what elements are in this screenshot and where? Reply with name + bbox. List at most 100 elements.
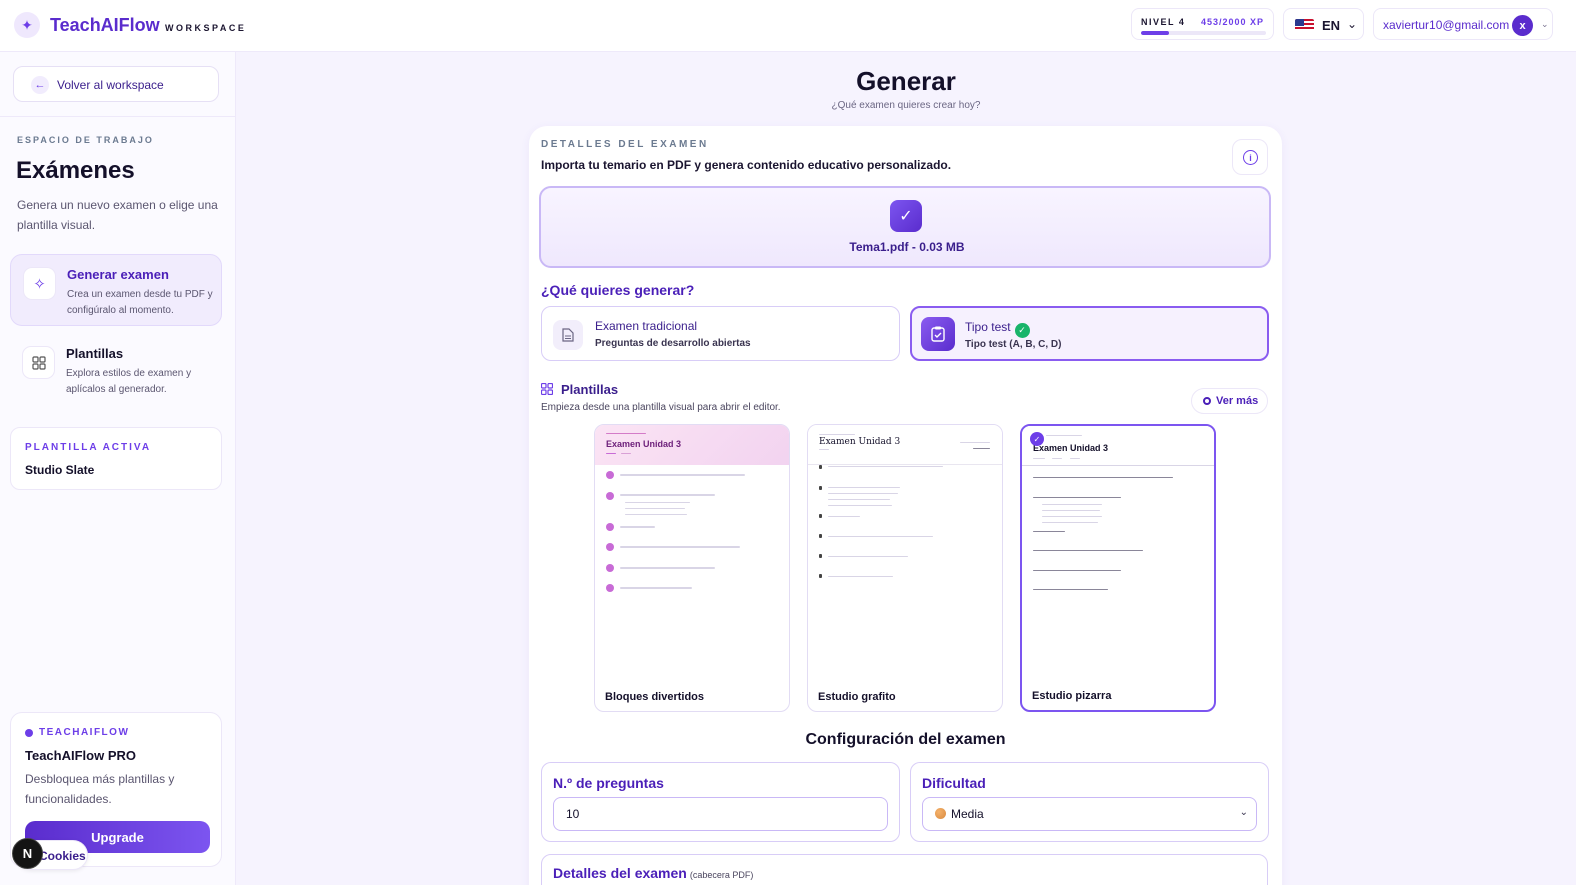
preview-line [828,505,892,506]
see-more-button[interactable]: Ver más [1191,388,1268,414]
language-selector[interactable]: EN ⌄ [1283,8,1364,40]
check-icon: ✓ [890,200,922,232]
preview-line [1042,504,1102,505]
option-title: Examen tradicional [595,319,698,333]
template-name: Estudio pizarra [1032,690,1112,702]
info-icon: i [1243,150,1258,165]
preview-line [828,466,943,467]
option-title-text: Tipo test [965,320,1011,334]
sidebar-item-title: Generar examen [67,267,169,282]
template-card-graphite-studio[interactable]: Examen Unidad 3 Estudio grafito [807,424,1003,712]
top-bar: ✦ TeachAIFlow WORKSPACE NIVEL 4 453/2000… [0,0,1576,52]
preview-line [1033,497,1121,498]
preview-line [1033,589,1108,590]
sidebar-item-desc: Crea un examen desde tu PDF y configúral… [67,289,213,316]
sparkle-icon: ✧ [23,267,56,300]
card-eyebrow: DETALLES DEL EXAMEN [541,139,709,150]
template-name: Estudio grafito [818,691,896,703]
preview-line [1042,516,1102,517]
exam-details-hint: (cabecera PDF) [689,870,754,880]
pro-eyebrow: TEACHAIFLOW [39,727,130,738]
preview-line [1033,477,1173,478]
preview-bullet [606,564,614,572]
preview-line [828,499,890,500]
workspace-label: ESPACIO DE TRABAJO [17,135,154,145]
difficulty-label: Dificultad [922,775,986,791]
brand-name[interactable]: TeachAIFlow [50,15,160,36]
check-circle-icon: ✓ [1014,323,1030,338]
card-intro: Importa tu temario en PDF y genera conte… [541,158,952,172]
template-preview-header: Examen Unidad 3 [595,425,789,465]
template-card-fun-blocks[interactable]: Examen Unidad 3 Bloques divertidos [594,424,790,712]
grid-icon [540,382,554,398]
check-icon: ✓ [1030,432,1044,446]
preview-line [1042,522,1098,523]
cookies-label: Cookies [39,849,86,863]
back-label: Volver al workspace [57,78,164,92]
template-preview-header: Examen Unidad 3 [1022,426,1214,466]
preview-line [1070,458,1080,459]
preview-line [620,494,715,496]
back-to-workspace-button[interactable]: ← Volver al workspace [13,66,219,102]
page-subtitle: ¿Qué examen quieres crear hoy? [831,100,981,111]
sidebar-item-generate-exam[interactable]: ✧ Generar examen Crea un examen desde tu… [10,254,222,326]
chevron-down-icon: ⌄ [1541,19,1549,29]
sidebar-item-templates[interactable]: Plantillas Explora estilos de examen y a… [10,334,222,406]
preview-line [1033,570,1121,571]
template-preview-title: Examen Unidad 3 [819,437,901,447]
preview-line [819,434,855,435]
preview-line [620,474,745,476]
active-template-value: Studio Slate [25,463,95,477]
pdf-upload-dropzone[interactable]: ✓ Tema1.pdf - 0.03 MB [539,186,1271,268]
preview-line [625,514,687,515]
preview-bullet [606,523,614,531]
language-code: EN [1322,18,1341,33]
chevron-down-icon: ⌄ [1239,807,1248,818]
workspace-title: Exámenes [16,157,135,184]
option-traditional-exam[interactable]: Examen tradicional Preguntas de desarrol… [541,306,900,361]
template-preview-title: Examen Unidad 3 [1033,443,1109,453]
preview-line [620,526,655,528]
circle-icon [1203,397,1211,405]
workspace-description: Genera un nuevo examen o elige una plant… [17,198,218,232]
us-flag-icon [1295,19,1314,31]
option-title: Tipo test ✓ [965,320,1030,338]
difficulty-field: Dificultad Media ⌄ [910,762,1269,842]
uploaded-file-name: Tema1.pdf - 0.03 MB [849,240,965,254]
preview-line [819,449,829,450]
config-title: Configuración del examen [805,731,1006,748]
level-label: NIVEL 4 [1141,17,1186,27]
preview-bullet [819,554,822,558]
preview-line [1046,435,1082,436]
option-multiple-choice[interactable]: Tipo test ✓ Tipo test (A, B, C, D) [910,306,1269,361]
avatar: x [1512,15,1533,36]
difficulty-select[interactable]: Media ⌄ [922,797,1257,831]
preview-bullet [819,534,822,538]
user-menu[interactable]: xaviertur10@gmail.com x ⌄ [1373,8,1553,40]
preview-bullet [819,514,822,518]
difficulty-value: Media [951,807,984,821]
clipboard-check-icon [921,317,955,351]
difficulty-emoji-icon [935,808,946,819]
preview-line [828,576,893,577]
preview-line [620,587,692,589]
preview-line [606,433,646,434]
preview-line [625,508,685,509]
question-count-input[interactable]: 10 [553,797,888,831]
sparkle-icon: ✦ [14,12,40,38]
arrow-left-icon: ← [31,76,49,94]
exam-details-card: DETALLES DEL EXAMEN Importa tu temario e… [529,126,1282,885]
dev-tools-badge[interactable]: N [12,838,43,869]
info-button[interactable]: i [1232,139,1268,175]
preview-line [1052,458,1062,459]
preview-line [621,453,631,454]
preview-bullet [606,543,614,551]
preview-bullet [819,465,822,469]
pro-description: Desbloquea más plantillas y funcionalida… [25,772,175,806]
sidebar-item-desc: Explora estilos de examen y aplícalos al… [66,368,192,395]
exam-details-label-text: Detalles del examen [553,865,687,881]
preview-line [828,493,898,494]
xp-text: 453/2000 XP [1200,17,1264,27]
template-card-slate-studio[interactable]: Examen Unidad 3 ✓ Estudio pizarra [1020,424,1216,712]
question-count-field: N.º de preguntas 10 [541,762,900,842]
